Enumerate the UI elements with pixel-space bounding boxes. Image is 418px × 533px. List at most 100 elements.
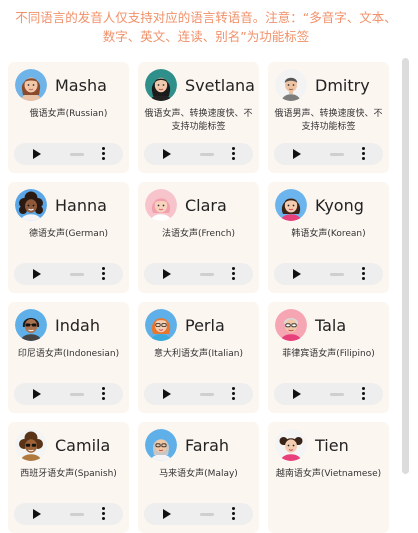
play-icon[interactable] <box>33 509 41 519</box>
voice-name: Svetlana <box>185 75 255 95</box>
audio-player <box>144 143 253 165</box>
progress-track[interactable] <box>70 273 84 276</box>
voice-description: 印尼语女声(Indonesian) <box>17 349 120 359</box>
voice-name: Camila <box>55 435 111 455</box>
notice-text: 不同语言的发音人仅支持对应的语言转语音。注意：“多音字、文本、数字、英文、连读、… <box>15 10 397 44</box>
more-options-icon[interactable] <box>101 507 105 521</box>
woman-headscarf-icon <box>145 429 177 461</box>
voice-card-header: Svetlana <box>145 69 255 101</box>
progress-track[interactable] <box>70 153 84 156</box>
voice-name: Dmitry <box>315 75 370 95</box>
play-icon[interactable] <box>33 149 41 159</box>
play-icon[interactable] <box>33 269 41 279</box>
voice-name: Perla <box>185 315 225 335</box>
play-icon[interactable] <box>293 389 301 399</box>
voice-name: Hanna <box>55 195 107 215</box>
voice-card-tien[interactable]: Tien 越南语女声(Vietnamese) <box>268 422 389 533</box>
play-icon[interactable] <box>163 509 171 519</box>
woman-bun-icon <box>275 429 307 461</box>
woman-curly-hair-icon <box>15 189 47 221</box>
play-icon[interactable] <box>33 389 41 399</box>
voice-card-header: Camila <box>15 429 110 461</box>
voice-description: 越南语女声(Vietnamese) <box>275 469 382 479</box>
voice-card-tala[interactable]: Tala 菲律宾语女声(Filipino) <box>268 302 389 413</box>
voice-description: 法语女声(French) <box>162 229 235 239</box>
progress-track[interactable] <box>330 153 344 156</box>
voice-name: Tala <box>315 315 347 335</box>
more-options-icon[interactable] <box>231 267 235 281</box>
voice-description: 马来语女声(Malay) <box>159 469 238 479</box>
voice-description: 俄语男声、转换速度快、不支持功能标签 <box>274 109 383 132</box>
voice-card-dmitry[interactable]: Dmitry 俄语男声、转换速度快、不支持功能标签 <box>268 62 389 173</box>
progress-track[interactable] <box>70 393 84 396</box>
more-options-icon[interactable] <box>101 147 105 161</box>
audio-player <box>144 383 253 405</box>
woman-orange-hair-icon <box>145 309 177 341</box>
voice-card-clara[interactable]: Clara 法语女声(French) <box>138 182 259 293</box>
voice-card-farah[interactable]: Farah 马来语女声(Malay) <box>138 422 259 533</box>
audio-player <box>144 503 253 525</box>
voice-name: Masha <box>55 75 107 95</box>
play-icon[interactable] <box>163 269 171 279</box>
progress-track[interactable] <box>200 273 214 276</box>
voice-card-camila[interactable]: Camila 西班牙语女声(Spanish) <box>8 422 129 533</box>
progress-track[interactable] <box>330 273 344 276</box>
voice-grid: Masha 俄语女声(Russian) Svetlana 俄语女声、转换速度快、… <box>8 62 400 533</box>
woman-brown-hair-icon <box>15 69 47 101</box>
play-icon[interactable] <box>293 149 301 159</box>
more-options-icon[interactable] <box>361 147 365 161</box>
play-icon[interactable] <box>163 389 171 399</box>
voice-description: 俄语女声(Russian) <box>29 109 108 119</box>
voice-name: Kyong <box>315 195 364 215</box>
more-options-icon[interactable] <box>101 267 105 281</box>
scrollbar[interactable] <box>402 58 409 474</box>
progress-track[interactable] <box>200 153 214 156</box>
audio-player <box>274 383 383 405</box>
voice-card-hanna[interactable]: Hanna 德语女声(German) <box>8 182 129 293</box>
voice-card-perla[interactable]: Perla 意大利语女声(Italian) <box>138 302 259 413</box>
voice-card-header: Dmitry <box>275 69 370 101</box>
voice-card-header: Masha <box>15 69 107 101</box>
voice-card-svetlana[interactable]: Svetlana 俄语女声、转换速度快、不支持功能标签 <box>138 62 259 173</box>
audio-player <box>274 143 383 165</box>
more-options-icon[interactable] <box>361 387 365 401</box>
voice-description: 韩语女声(Korean) <box>291 229 366 239</box>
more-options-icon[interactable] <box>101 387 105 401</box>
voice-description: 西班牙语女声(Spanish) <box>20 469 117 479</box>
voice-description: 德语女声(German) <box>28 229 109 239</box>
progress-track[interactable] <box>330 393 344 396</box>
audio-player <box>14 383 123 405</box>
voice-name: Indah <box>55 315 100 335</box>
woman-dark-curly-icon <box>15 429 47 461</box>
audio-player <box>144 263 253 285</box>
voice-card-masha[interactable]: Masha 俄语女声(Russian) <box>8 62 129 173</box>
voice-card-header: Tala <box>275 309 346 341</box>
more-options-icon[interactable] <box>361 267 365 281</box>
voice-name: Farah <box>185 435 230 455</box>
voice-description: 菲律宾语女声(Filipino) <box>282 349 375 359</box>
voice-card-indah[interactable]: Indah 印尼语女声(Indonesian) <box>8 302 129 413</box>
more-options-icon[interactable] <box>231 507 235 521</box>
more-options-icon[interactable] <box>231 387 235 401</box>
progress-track[interactable] <box>200 513 214 516</box>
woman-glasses-icon <box>275 309 307 341</box>
progress-track[interactable] <box>70 513 84 516</box>
voice-description: 意大利语女声(Italian) <box>154 349 243 359</box>
more-options-icon[interactable] <box>231 147 235 161</box>
audio-player <box>14 263 123 285</box>
audio-player <box>14 143 123 165</box>
voice-card-header: Clara <box>145 189 227 221</box>
woman-pink-shirt-icon <box>275 189 307 221</box>
voice-description: 俄语女声、转换速度快、不支持功能标签 <box>144 109 253 132</box>
woman-pink-hair-icon <box>145 189 177 221</box>
audio-player <box>274 263 383 285</box>
voice-card-kyong[interactable]: Kyong 韩语女声(Korean) <box>268 182 389 293</box>
voice-card-header: Kyong <box>275 189 364 221</box>
play-icon[interactable] <box>163 149 171 159</box>
man-gray-icon <box>275 69 307 101</box>
audio-player <box>14 503 123 525</box>
voice-card-header: Hanna <box>15 189 107 221</box>
progress-track[interactable] <box>200 393 214 396</box>
play-icon[interactable] <box>293 269 301 279</box>
woman-sunglasses-icon <box>15 309 47 341</box>
